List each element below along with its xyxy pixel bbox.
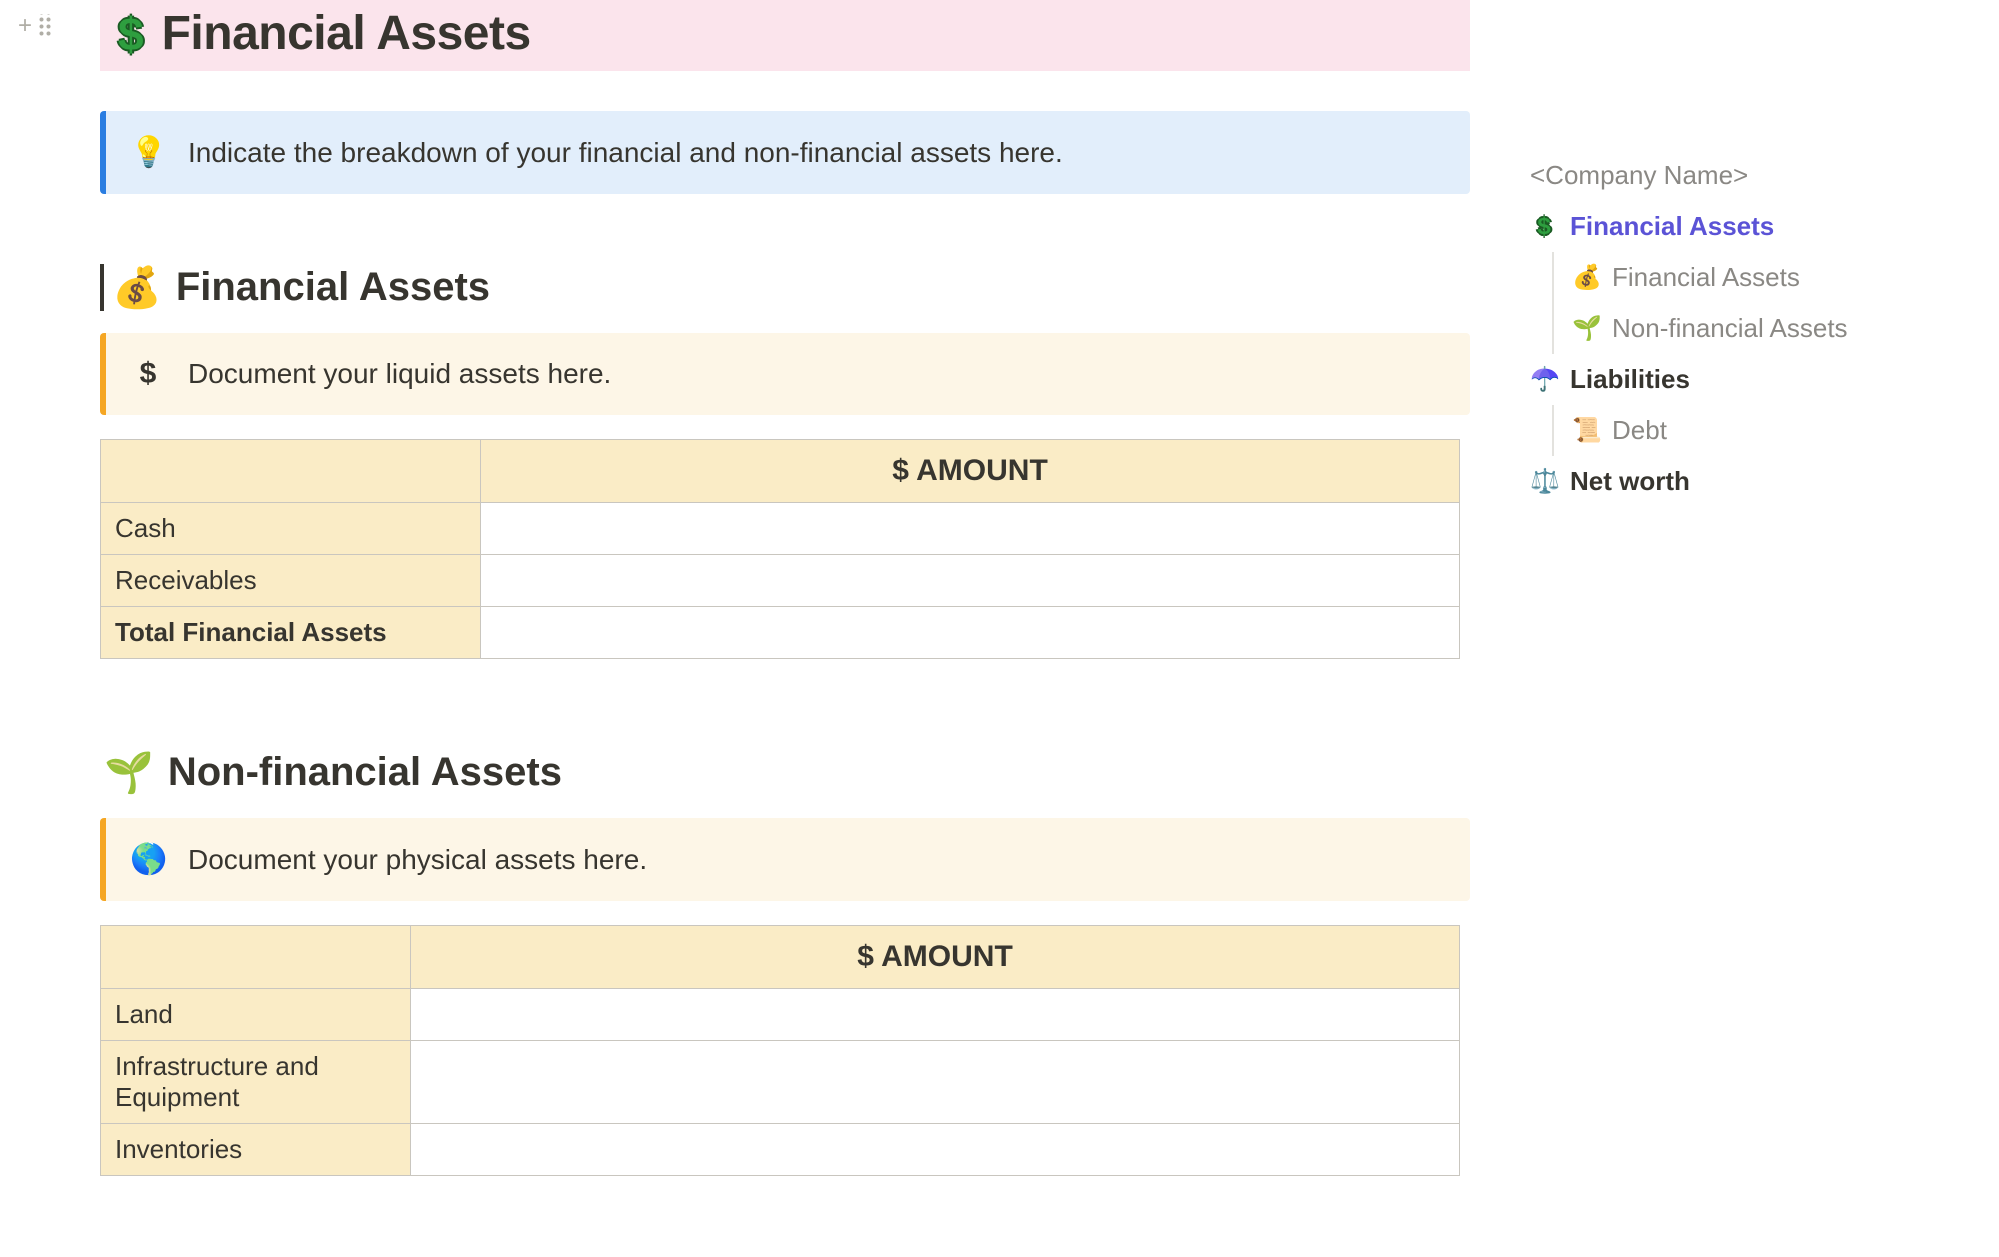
table-financial-assets: $ AMOUNT Cash Receivables Total Financia… <box>100 439 1460 659</box>
main-content: + $ Financial Assets 💡 Indicate the brea… <box>0 0 1470 1257</box>
table-row: Receivables <box>101 555 1460 607</box>
row-value[interactable] <box>481 555 1460 607</box>
table-header-blank <box>101 440 481 503</box>
toc-item-nonfinancial-assets[interactable]: 🌱 Non-financial Assets <box>1552 303 1959 354</box>
table-row: Inventories <box>101 1124 1460 1176</box>
row-value-total[interactable] <box>481 607 1460 659</box>
row-value[interactable] <box>411 1041 1460 1124</box>
row-label[interactable]: Inventories <box>101 1124 411 1176</box>
row-label[interactable]: Land <box>101 989 411 1041</box>
callout-nonfinancial-text: Document your physical assets here. <box>188 844 647 876</box>
table-row: Infrastructure and Equipment <box>101 1041 1460 1124</box>
block-controls: + <box>18 14 52 38</box>
add-block-button[interactable]: + <box>18 14 32 38</box>
moneybag-icon: 💰 <box>112 264 162 311</box>
dollar-icon: $ <box>1530 213 1558 241</box>
table-row: Cash <box>101 503 1460 555</box>
callout-nonfinancial[interactable]: 🌎 Document your physical assets here. <box>100 818 1470 901</box>
toc-item-financial-assets-sub[interactable]: 💰 Financial Assets <box>1552 252 1959 303</box>
callout-financial-text: Document your liquid assets here. <box>188 358 611 390</box>
drag-handle-icon[interactable] <box>38 14 52 36</box>
seedling-icon: 🌱 <box>1572 314 1600 343</box>
row-label[interactable]: Cash <box>101 503 481 555</box>
row-label-total[interactable]: Total Financial Assets <box>101 607 481 659</box>
row-value[interactable] <box>481 503 1460 555</box>
page-title[interactable]: Financial Assets <box>162 6 531 61</box>
toc-label: Financial Assets <box>1570 211 1774 242</box>
table-header-row: $ AMOUNT <box>101 926 1460 989</box>
toc-label: Financial Assets <box>1612 262 1800 293</box>
toc-label: Net worth <box>1570 466 1690 497</box>
table-of-contents: <Company Name> $ Financial Assets 💰 Fina… <box>1470 0 1999 1257</box>
scales-icon: ⚖️ <box>1530 467 1558 496</box>
section-title-financial: Financial Assets <box>176 265 490 310</box>
scroll-icon: 📜 <box>1572 416 1600 445</box>
row-label[interactable]: Receivables <box>101 555 481 607</box>
toc-item-financial-assets[interactable]: $ Financial Assets <box>1530 201 1959 252</box>
toc-label: Liabilities <box>1570 364 1690 395</box>
globe-icon: 🌎 <box>130 842 166 877</box>
table-header-amount: $ AMOUNT <box>411 926 1460 989</box>
table-header-row: $ AMOUNT <box>101 440 1460 503</box>
page-heading-row: $ Financial Assets <box>100 0 1470 71</box>
callout-overview-text: Indicate the breakdown of your financial… <box>188 137 1063 169</box>
section-heading-nonfinancial[interactable]: 🌱 Non-financial Assets <box>100 749 1470 796</box>
table-row-total: Total Financial Assets <box>101 607 1460 659</box>
section-title-nonfinancial: Non-financial Assets <box>168 750 562 795</box>
seedling-icon: 🌱 <box>104 749 154 796</box>
dollar-sign-icon: $ <box>130 357 166 391</box>
lightbulb-icon: 💡 <box>130 135 166 170</box>
toc-item-net-worth[interactable]: ⚖️ Net worth <box>1530 456 1959 507</box>
dollar-icon: $ <box>118 11 144 57</box>
toc-company-label: <Company Name> <box>1530 160 1748 191</box>
toc-label: Non-financial Assets <box>1612 313 1848 344</box>
section-heading-financial[interactable]: 💰 Financial Assets <box>100 264 1470 311</box>
row-label[interactable]: Infrastructure and Equipment <box>101 1041 411 1124</box>
table-row: Land <box>101 989 1460 1041</box>
table-nonfinancial-assets: $ AMOUNT Land Infrastructure and Equipme… <box>100 925 1460 1176</box>
toc-company-name[interactable]: <Company Name> <box>1530 150 1959 201</box>
callout-financial[interactable]: $ Document your liquid assets here. <box>100 333 1470 415</box>
table-header-blank <box>101 926 411 989</box>
callout-overview[interactable]: 💡 Indicate the breakdown of your financi… <box>100 111 1470 194</box>
toc-item-debt[interactable]: 📜 Debt <box>1552 405 1959 456</box>
table-header-amount: $ AMOUNT <box>481 440 1460 503</box>
toc-item-liabilities[interactable]: ☂️ Liabilities <box>1530 354 1959 405</box>
toc-label: Debt <box>1612 415 1667 446</box>
row-value[interactable] <box>411 989 1460 1041</box>
umbrella-icon: ☂️ <box>1530 365 1558 394</box>
moneybag-icon: 💰 <box>1572 263 1600 292</box>
row-value[interactable] <box>411 1124 1460 1176</box>
